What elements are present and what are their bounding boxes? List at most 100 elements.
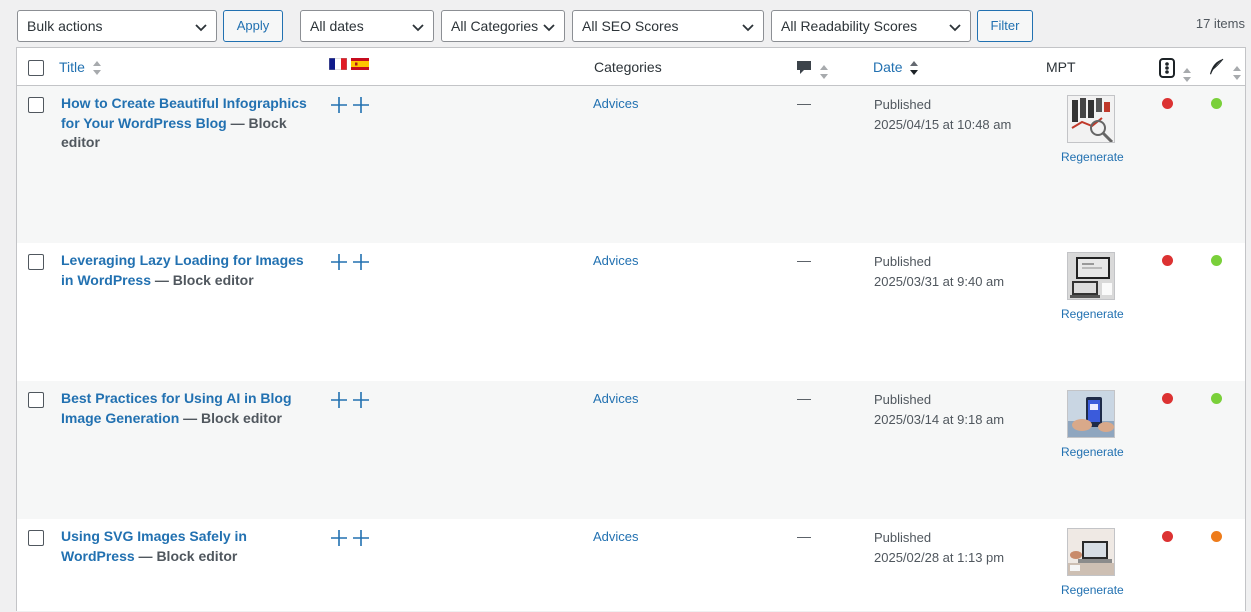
readability-score-indicator [1211, 393, 1222, 404]
post-date: Published 2025/03/31 at 9:40 am [874, 252, 1004, 291]
post-title-cell: Leveraging Lazy Loading for Images in Wo… [61, 251, 313, 290]
add-translation-es-icon[interactable] [352, 96, 370, 114]
sort-arrows-icon [1182, 67, 1191, 82]
chevron-down-icon [412, 24, 424, 32]
bulk-actions-label: Bulk actions [27, 18, 103, 34]
chevron-down-icon [742, 24, 754, 32]
post-datetime: 2025/04/15 at 10:48 am [874, 116, 1012, 132]
row-checkbox[interactable] [28, 392, 44, 408]
comments-count: — [797, 528, 811, 544]
table-header: Title Categories Date MPT [17, 48, 1245, 86]
regenerate-link[interactable]: Regenerate [1061, 583, 1124, 597]
seo-score-indicator [1162, 98, 1173, 109]
add-translation-fr-icon[interactable] [330, 529, 348, 547]
add-translation-es-icon[interactable] [352, 253, 370, 271]
post-datetime: 2025/03/14 at 9:18 am [874, 411, 1005, 427]
add-translation-fr-icon[interactable] [330, 253, 348, 271]
featured-image-thumbnail[interactable] [1067, 252, 1115, 300]
seo-scores-filter-select[interactable]: All SEO Scores [572, 10, 764, 42]
comments-count: — [797, 390, 811, 406]
quill-pen-icon [1210, 58, 1224, 75]
post-title-cell: Using SVG Images Safely in WordPress — B… [61, 527, 313, 566]
dates-filter-select[interactable]: All dates [300, 10, 434, 42]
sort-desc-icon [910, 61, 919, 76]
row-checkbox[interactable] [28, 254, 44, 270]
bulk-actions-select[interactable]: Bulk actions [17, 10, 217, 42]
post-datetime: 2025/03/31 at 9:40 am [874, 273, 1005, 289]
seo-score-column-header[interactable] [1159, 58, 1192, 83]
categories-filter-label: All Categories [451, 18, 539, 34]
regenerate-link[interactable]: Regenerate [1061, 445, 1124, 459]
laptop-thumbnail-image [1068, 253, 1114, 299]
table-row: Using SVG Images Safely in WordPress — B… [17, 519, 1245, 612]
comments-count: — [797, 95, 811, 111]
post-title-cell: How to Create Beautiful Infographics for… [61, 94, 313, 153]
readability-column-header[interactable] [1207, 58, 1242, 81]
add-translation-es-icon[interactable] [352, 391, 370, 409]
row-checkbox[interactable] [28, 530, 44, 546]
mpt-column-header: MPT [1046, 59, 1076, 75]
desk-laptop-thumbnail-image [1068, 529, 1114, 575]
featured-image-thumbnail[interactable] [1067, 390, 1115, 438]
filter-button[interactable]: Filter [977, 10, 1033, 42]
sort-arrows-icon [819, 64, 828, 79]
readability-scores-filter-label: All Readability Scores [781, 18, 918, 34]
add-translation-es-icon[interactable] [352, 529, 370, 547]
items-count: 17 items [1195, 16, 1245, 31]
add-translation-fr-icon[interactable] [330, 96, 348, 114]
infographic-thumbnail-image [1068, 96, 1114, 142]
post-date: Published 2025/02/28 at 1:13 pm [874, 528, 1004, 567]
post-date: Published 2025/03/14 at 9:18 am [874, 390, 1004, 429]
post-status: Published [874, 392, 932, 407]
readability-scores-filter-select[interactable]: All Readability Scores [771, 10, 971, 42]
flag-france-icon [329, 58, 347, 70]
featured-image-thumbnail[interactable] [1067, 528, 1115, 576]
post-date: Published 2025/04/15 at 10:48 am [874, 95, 1011, 134]
post-state: — Block editor [151, 271, 254, 288]
regenerate-link[interactable]: Regenerate [1061, 307, 1124, 321]
seo-score-indicator [1162, 255, 1173, 266]
category-link[interactable]: Advices [593, 529, 639, 544]
categories-column-header: Categories [594, 59, 662, 75]
table-row: Leveraging Lazy Loading for Images in Wo… [17, 243, 1245, 381]
post-status: Published [874, 530, 932, 545]
chevron-down-icon [195, 24, 207, 32]
category-link[interactable]: Advices [593, 391, 639, 406]
regenerate-link[interactable]: Regenerate [1061, 150, 1124, 164]
sort-arrows-icon [92, 61, 101, 76]
comments-column-header[interactable] [796, 59, 829, 80]
seo-score-indicator [1162, 531, 1173, 542]
seo-scores-filter-label: All SEO Scores [582, 18, 679, 34]
post-status: Published [874, 254, 932, 269]
post-datetime: 2025/02/28 at 1:13 pm [874, 549, 1005, 565]
title-column-label: Title [59, 59, 85, 75]
select-all-checkbox[interactable] [28, 60, 44, 76]
posts-table: Title Categories Date MPT How to Create … [16, 47, 1246, 611]
apply-button[interactable]: Apply [223, 10, 283, 42]
phone-thumbnail-image [1068, 391, 1114, 437]
featured-image-thumbnail[interactable] [1067, 95, 1115, 143]
readability-score-indicator [1211, 98, 1222, 109]
tablenav-top: Bulk actions Apply All dates All Categor… [0, 0, 1251, 48]
traffic-light-icon [1159, 58, 1175, 78]
add-translation-fr-icon[interactable] [330, 391, 348, 409]
chevron-down-icon [949, 24, 961, 32]
seo-score-indicator [1162, 393, 1173, 404]
category-link[interactable]: Advices [593, 96, 639, 111]
title-column-header[interactable]: Title [59, 48, 102, 86]
readability-score-indicator [1211, 255, 1222, 266]
post-state: — Block editor [134, 547, 238, 564]
readability-score-indicator [1211, 531, 1222, 542]
flag-spain-icon [351, 58, 369, 70]
post-status: Published [874, 97, 932, 112]
post-title-cell: Best Practices for Using AI in Blog Imag… [61, 389, 313, 428]
categories-filter-select[interactable]: All Categories [441, 10, 565, 42]
row-checkbox[interactable] [28, 97, 44, 113]
table-row: How to Create Beautiful Infographics for… [17, 86, 1245, 243]
table-row: Best Practices for Using AI in Blog Imag… [17, 381, 1245, 519]
chevron-down-icon [543, 24, 555, 32]
post-state: — Block editor [179, 409, 282, 426]
date-column-header[interactable]: Date [873, 48, 919, 86]
dates-filter-label: All dates [310, 18, 364, 34]
category-link[interactable]: Advices [593, 253, 639, 268]
